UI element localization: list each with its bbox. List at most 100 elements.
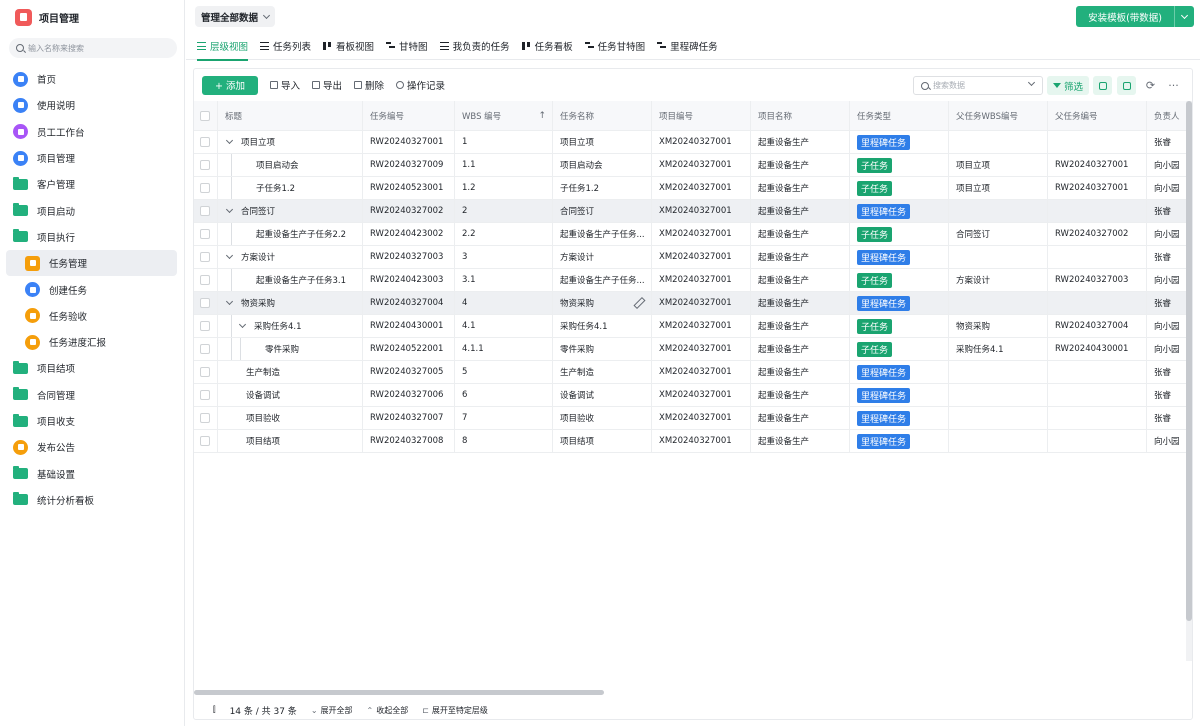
sidebar-item[interactable]: 项目启动 bbox=[0, 197, 184, 223]
data-search-input[interactable]: 搜索数据 bbox=[913, 76, 1043, 95]
tab-view[interactable]: 层级视图 bbox=[197, 33, 249, 61]
row-checkbox-cell[interactable] bbox=[194, 223, 218, 245]
more-button[interactable]: ··· bbox=[1164, 76, 1183, 95]
expand-caret-icon[interactable] bbox=[225, 136, 234, 145]
column-header[interactable]: 任务类型 bbox=[850, 101, 949, 130]
column-header[interactable]: 任务名称 bbox=[553, 101, 652, 130]
sidebar-item[interactable]: 项目结项 bbox=[0, 355, 184, 381]
data-scope-select[interactable]: 管理全部数据 bbox=[195, 6, 276, 27]
pencil-icon[interactable] bbox=[634, 298, 643, 307]
column-header[interactable]: 标题 bbox=[218, 101, 363, 130]
column-header[interactable]: 父任务编号 bbox=[1048, 101, 1147, 130]
table-row[interactable]: 采购任务4.1 RW20240430001 4.1 采购任务4.1 XM20240327… bbox=[194, 315, 1192, 338]
sidebar-item[interactable]: 客户管理 bbox=[0, 171, 184, 197]
sidebar-item[interactable]: 统计分析看板 bbox=[0, 487, 184, 513]
sidebar-item[interactable]: 任务进度汇报 bbox=[0, 329, 184, 355]
row-checkbox-cell[interactable] bbox=[194, 154, 218, 176]
checkbox[interactable] bbox=[200, 110, 210, 121]
row-checkbox-cell[interactable] bbox=[194, 292, 218, 314]
checkbox[interactable] bbox=[200, 298, 210, 308]
table-row[interactable]: 起重设备生产子任务2.2 RW20240423002 2.2 起重设备生产子任务...… bbox=[194, 223, 1192, 246]
select-all-checkbox-cell[interactable] bbox=[194, 101, 218, 130]
sidebar-item[interactable]: 任务验收 bbox=[0, 303, 184, 329]
row-checkbox-cell[interactable] bbox=[194, 200, 218, 222]
row-checkbox-cell[interactable] bbox=[194, 315, 218, 337]
checkbox[interactable] bbox=[200, 137, 210, 147]
sidebar-item[interactable]: 员工工作台 bbox=[0, 119, 184, 145]
sidebar-item[interactable]: 任务管理 bbox=[6, 250, 177, 277]
sidebar-item[interactable]: 基础设置 bbox=[0, 460, 184, 486]
checkbox[interactable] bbox=[200, 252, 210, 262]
checkbox[interactable] bbox=[200, 206, 210, 216]
vertical-scrollbar[interactable] bbox=[1186, 101, 1192, 661]
table-row[interactable]: 设备调试 RW20240327006 6 设备调试 XM20240327001 起重设备生… bbox=[194, 384, 1192, 407]
sidebar-item[interactable]: 首页 bbox=[0, 66, 184, 92]
filter-button[interactable]: 筛选 bbox=[1047, 76, 1090, 95]
column-header[interactable]: WBS 编号 ↑ bbox=[455, 101, 553, 130]
expand-caret-icon[interactable] bbox=[225, 297, 234, 306]
checkbox[interactable] bbox=[200, 321, 210, 331]
checkbox[interactable] bbox=[200, 344, 210, 354]
column-settings-icon[interactable]: ⫿ bbox=[213, 705, 216, 715]
operation-log-button[interactable]: 操作记录 bbox=[396, 78, 445, 92]
expand-all-button[interactable]: ⌄ 展开全部 bbox=[311, 705, 353, 716]
tab-view[interactable]: 里程碑任务 bbox=[657, 33, 718, 60]
tab-view[interactable]: 任务甘特图 bbox=[584, 33, 645, 60]
add-button[interactable]: + 添加 bbox=[202, 75, 258, 95]
export-button[interactable]: 导出 bbox=[312, 78, 342, 92]
checkbox[interactable] bbox=[200, 413, 210, 423]
expand-caret-icon[interactable] bbox=[225, 251, 234, 260]
row-checkbox-cell[interactable] bbox=[194, 430, 218, 452]
column-header[interactable]: 父任务WBS编号 bbox=[949, 101, 1048, 130]
column-header[interactable]: 项目编号 bbox=[652, 101, 751, 130]
table-row[interactable]: 项目立项 RW20240327001 1 项目立项 XM20240327001 起重设备生… bbox=[194, 131, 1192, 154]
install-template-more-button[interactable] bbox=[1174, 6, 1194, 27]
table-row[interactable]: 项目启动会 RW20240327009 1.1 项目启动会 XM20240327001 起… bbox=[194, 154, 1192, 177]
row-checkbox-cell[interactable] bbox=[194, 269, 218, 291]
row-checkbox-cell[interactable] bbox=[194, 177, 218, 199]
table-row[interactable]: 生产制造 RW20240327005 5 生产制造 XM20240327001 起重设备生… bbox=[194, 361, 1192, 384]
expand-to-level-button[interactable]: ⊏ 展开至特定层级 bbox=[422, 705, 488, 716]
delete-button[interactable]: 删除 bbox=[354, 78, 384, 92]
horizontal-scrollbar[interactable] bbox=[194, 690, 604, 695]
checkbox[interactable] bbox=[200, 160, 210, 170]
sidebar-item[interactable]: 项目管理 bbox=[0, 145, 184, 171]
tab-view[interactable]: 看板视图 bbox=[323, 33, 374, 60]
table-row[interactable]: 子任务1.2 RW20240523001 1.2 子任务1.2 XM2024032700… bbox=[194, 177, 1192, 200]
row-checkbox-cell[interactable] bbox=[194, 407, 218, 429]
row-checkbox-cell[interactable] bbox=[194, 246, 218, 268]
checkbox[interactable] bbox=[200, 390, 210, 400]
sidebar-search-input[interactable]: 输入名称来搜索 bbox=[9, 38, 177, 58]
sidebar-item[interactable]: 使用说明 bbox=[0, 92, 184, 118]
table-row[interactable]: 物资采购 RW20240327004 4 物资采购 XM20240327001 起重设备生… bbox=[194, 292, 1192, 315]
checkbox[interactable] bbox=[200, 183, 210, 193]
table-row[interactable]: 项目结项 RW20240327008 8 项目结项 XM20240327001 起重设备生… bbox=[194, 430, 1192, 453]
row-checkbox-cell[interactable] bbox=[194, 361, 218, 383]
expand-caret-icon[interactable] bbox=[225, 205, 234, 214]
sidebar-item[interactable]: 项目收支 bbox=[0, 408, 184, 434]
table-row[interactable]: 方案设计 RW20240327003 3 方案设计 XM20240327001 起重设备生… bbox=[194, 246, 1192, 269]
expand-caret-icon[interactable] bbox=[238, 320, 247, 329]
checkbox[interactable] bbox=[200, 275, 210, 285]
table-row[interactable]: 起重设备生产子任务3.1 RW20240423003 3.1 起重设备生产子任务...… bbox=[194, 269, 1192, 292]
table-row[interactable]: 零件采购 RW20240522001 4.1.1 零件采购 XM20240327001 起… bbox=[194, 338, 1192, 361]
column-header[interactable]: 项目名称 bbox=[751, 101, 850, 130]
collapse-all-button[interactable]: ⌃ 收起全部 bbox=[367, 705, 409, 716]
sort-button[interactable] bbox=[1117, 76, 1136, 95]
column-header[interactable]: 任务编号 bbox=[363, 101, 455, 130]
display-settings-button[interactable] bbox=[1093, 76, 1112, 95]
tab-view[interactable]: 任务看板 bbox=[521, 33, 573, 60]
table-row[interactable]: 项目验收 RW20240327007 7 项目验收 XM20240327001 起重设备生… bbox=[194, 407, 1192, 430]
sidebar-item[interactable]: 合同管理 bbox=[0, 382, 184, 408]
table-row[interactable]: 合同签订 RW20240327002 2 合同签订 XM20240327001 起重设备生… bbox=[194, 200, 1192, 223]
sidebar-item[interactable]: 创建任务 bbox=[0, 276, 184, 302]
row-checkbox-cell[interactable] bbox=[194, 131, 218, 153]
tab-view[interactable]: 甘特图 bbox=[386, 33, 428, 60]
sort-arrow-icon[interactable]: ↑ bbox=[538, 111, 546, 121]
checkbox[interactable] bbox=[200, 436, 210, 446]
install-template-button[interactable]: 安装模板(带数据) bbox=[1076, 6, 1174, 27]
vertical-scroll-thumb[interactable] bbox=[1186, 101, 1192, 621]
import-button[interactable]: 导入 bbox=[269, 78, 300, 92]
refresh-button[interactable]: ⟳ bbox=[1141, 76, 1160, 95]
sidebar-item[interactable]: 项目执行 bbox=[0, 224, 184, 250]
